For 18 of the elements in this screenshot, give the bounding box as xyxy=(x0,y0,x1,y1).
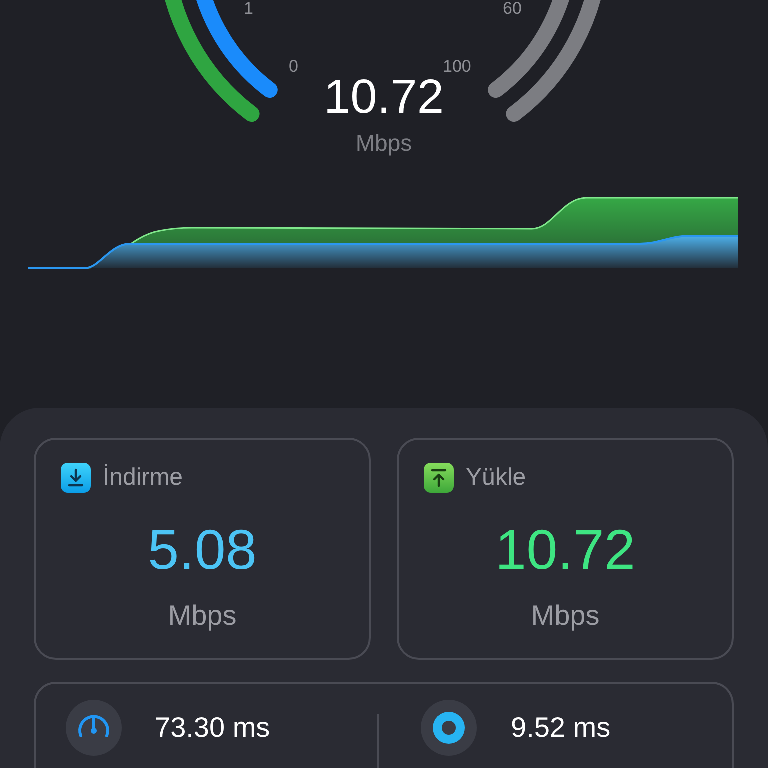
gauge-tick-label: 1 xyxy=(244,0,254,17)
gauge-tick-label: 60 xyxy=(503,0,522,17)
card-label: Yükle xyxy=(466,466,526,490)
card-speed-value: 5.08 xyxy=(148,522,257,578)
card-speed-value: 10.72 xyxy=(495,522,636,578)
ring-icon xyxy=(421,700,477,756)
card-label: İndirme xyxy=(103,466,184,490)
speed-unit: Mbps xyxy=(356,132,412,155)
download-icon xyxy=(61,463,91,493)
card-speed-unit: Mbps xyxy=(168,602,237,630)
speedometer-icon xyxy=(66,700,122,756)
latency-value: 73.30 ms xyxy=(155,714,270,742)
card-speed-unit: Mbps xyxy=(531,602,600,630)
upload-icon xyxy=(424,463,454,493)
gauge-tick-label: 100 xyxy=(443,58,472,75)
latency-value: 9.52 ms xyxy=(511,714,611,742)
gauge-tick-label: 0 xyxy=(289,58,298,75)
speed-value: 10.72 xyxy=(324,74,444,122)
